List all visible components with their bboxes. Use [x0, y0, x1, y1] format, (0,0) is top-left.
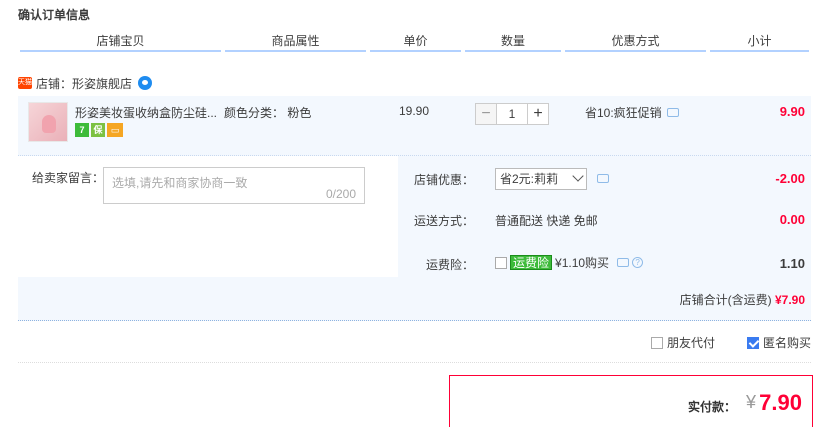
column-headers: 店铺宝贝 商品属性 单价 数量 优惠方式 小计: [18, 30, 811, 52]
comment-icon[interactable]: [617, 258, 630, 267]
seven-day-return-icon[interactable]: 7: [75, 123, 89, 137]
order-options: 给卖家留言： 选填,请先和商家协商一致 0/200 店铺优惠： 省2元:莉莉 -…: [18, 156, 811, 277]
payment-amount: 7.90: [759, 390, 802, 415]
service-tags: 7 保 ▭: [75, 123, 123, 137]
column-label: 商品属性: [271, 34, 320, 48]
column-header-promo: 优惠方式: [563, 30, 708, 52]
column-header-qty: 数量: [463, 30, 563, 52]
shop-discount-label: 店铺优惠：: [413, 173, 474, 187]
decrease-button[interactable]: −: [475, 103, 497, 125]
seller-message-input[interactable]: 选填,请先和商家协商一致 0/200: [103, 167, 365, 204]
tmall-badge-icon: 天猫: [18, 77, 32, 89]
shop-discount-amount: -2.00: [775, 171, 805, 186]
insurance-label: 运费险：: [425, 258, 474, 272]
message-placeholder: 选填,请先和商家协商一致: [112, 176, 248, 190]
comment-icon[interactable]: [597, 174, 609, 183]
insurance-amount: 1.10: [779, 256, 805, 271]
shipping-label: 运送方式：: [413, 214, 474, 228]
shop-discount-selected: 省2元:莉莉: [500, 172, 559, 186]
column-label: 店铺宝贝: [96, 34, 145, 48]
anonymous-checkbox[interactable]: [747, 336, 759, 349]
comment-icon[interactable]: [666, 108, 679, 117]
friend-pay-label: 朋友代付: [667, 336, 716, 350]
order-item-row: 形姿美妆蛋收纳盒防尘硅... 7 保 ▭ 颜色分类： 粉色 19.90 − 1 …: [18, 96, 811, 156]
promotion: 省10:疯狂促销: [585, 104, 679, 121]
shipping-method: 普通配送 快递 免邮: [495, 214, 598, 228]
chevron-down-icon: [572, 170, 584, 182]
product-name-link[interactable]: 形姿美妆蛋收纳盒防尘硅...: [75, 104, 220, 121]
anonymous-option[interactable]: 匿名购买: [747, 334, 811, 351]
payment-summary: 实付款： ¥ 7.90: [449, 375, 813, 427]
help-icon[interactable]: ?: [632, 257, 644, 268]
column-header-attr: 商品属性: [223, 30, 368, 52]
increase-button[interactable]: +: [527, 103, 549, 125]
shop-name-link[interactable]: 形姿旗舰店: [72, 75, 132, 92]
shop-total: 店铺合计(含运费) ¥7.90: [680, 291, 805, 308]
anonymous-label: 匿名购买: [763, 336, 812, 350]
insurance-option: 运费险 ¥1.10购买 ?: [495, 254, 644, 271]
column-label: 优惠方式: [611, 34, 660, 48]
column-header-price: 单价: [368, 30, 463, 52]
shop-discount-select[interactable]: 省2元:莉莉: [495, 168, 587, 190]
unit-price: 19.90: [399, 104, 430, 118]
message-counter: 0/200: [325, 187, 356, 201]
column-header-item: 店铺宝贝: [18, 30, 223, 52]
payment-label: 实付款：: [687, 400, 736, 414]
shop-header: 天猫 店铺： 形姿旗舰店: [18, 74, 153, 92]
column-label: 数量: [500, 34, 525, 48]
item-subtotal: 9.90: [779, 104, 805, 119]
quantity-stepper: − 1 +: [475, 103, 549, 125]
friend-pay-option[interactable]: 朋友代付: [651, 334, 715, 351]
shop-total-amount: ¥7.90: [774, 293, 805, 307]
friend-pay-checkbox[interactable]: [651, 336, 663, 349]
page-title: 确认订单信息: [18, 8, 91, 22]
insurance-price: ¥1.10购买: [555, 256, 610, 270]
shop-label: 店铺：: [36, 76, 73, 91]
extra-options: 朋友代付 匿名购买: [18, 321, 811, 363]
column-label: 单价: [403, 34, 428, 48]
currency-symbol: ¥: [745, 392, 756, 412]
column-header-subtotal: 小计: [708, 30, 811, 52]
attr-label: 颜色分类：: [224, 106, 285, 120]
shop-total-row: 店铺合计(含运费) ¥7.90: [18, 277, 811, 321]
insurance-tag: 运费险: [510, 255, 553, 270]
message-label: 给卖家留言：: [32, 171, 105, 185]
insurance-checkbox[interactable]: [495, 256, 507, 269]
chat-icon[interactable]: [138, 76, 153, 90]
column-label: 小计: [747, 34, 772, 48]
product-attribute: 颜色分类： 粉色: [224, 104, 311, 121]
shop-total-label: 店铺合计(含运费): [679, 293, 772, 307]
promo-text: 省10:疯狂促销: [585, 106, 662, 120]
guarantee-icon[interactable]: 保: [91, 123, 105, 137]
credit-card-icon[interactable]: ▭: [107, 123, 123, 137]
shipping-amount: 0.00: [779, 212, 805, 227]
product-thumbnail[interactable]: [28, 102, 68, 142]
attr-value: 粉色: [287, 106, 312, 120]
quantity-input[interactable]: 1: [497, 103, 527, 125]
